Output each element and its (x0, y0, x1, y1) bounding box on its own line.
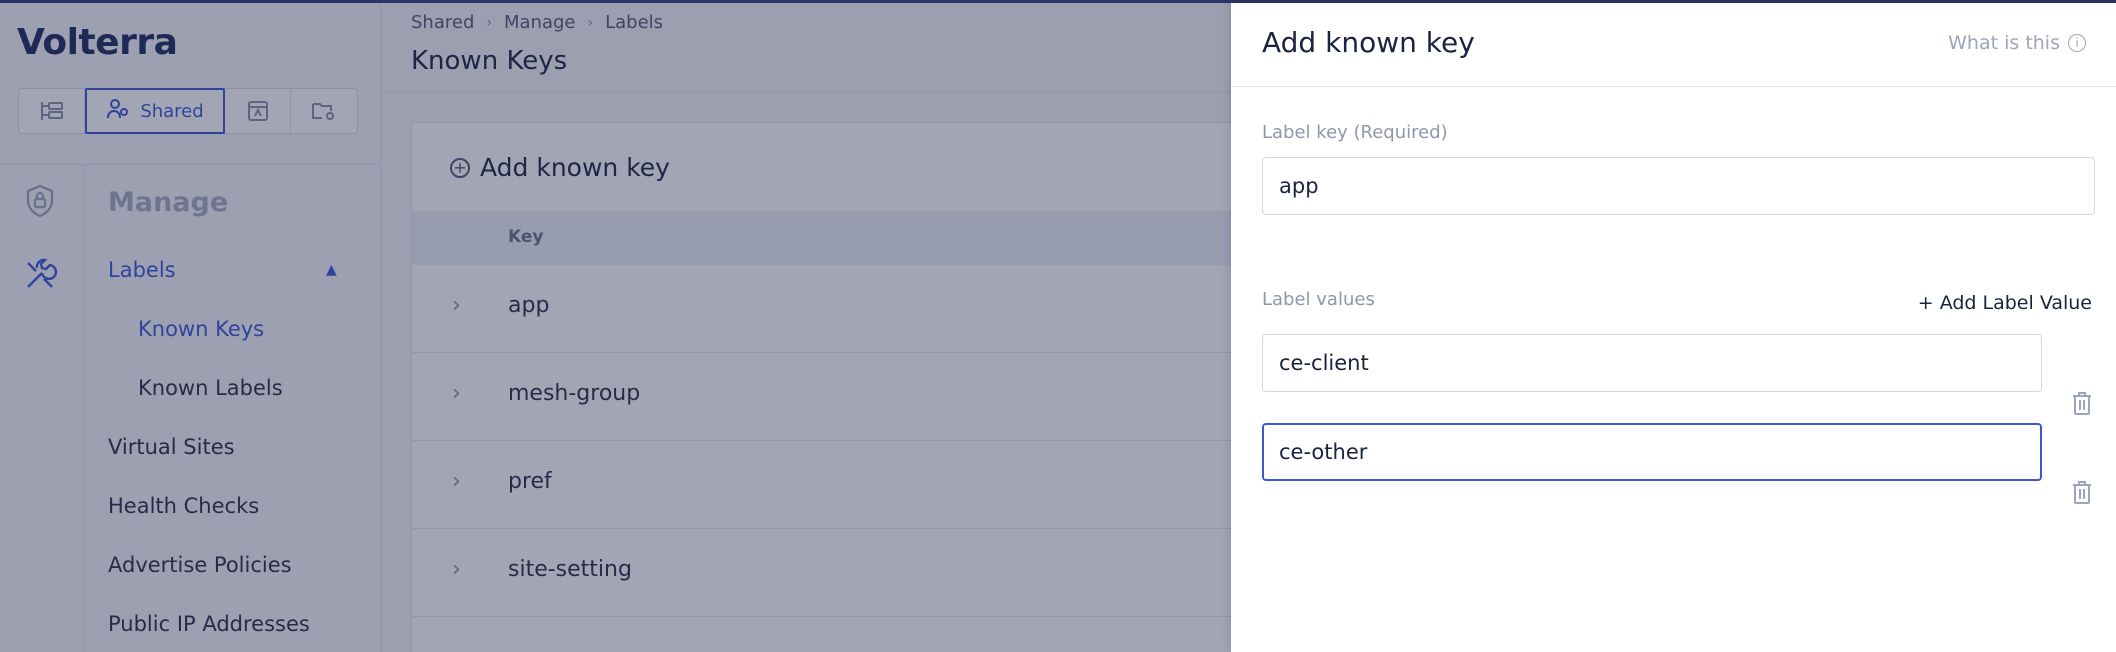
trash-icon[interactable] (2070, 479, 2094, 505)
label-values-label: Label values (1262, 289, 1375, 310)
label-key-input[interactable] (1262, 157, 2095, 215)
what-is-this-link[interactable]: What is this i (1948, 32, 2086, 54)
add-label-value-button[interactable]: + Add Label Value (1918, 292, 2092, 314)
label-value-input[interactable] (1262, 334, 2042, 392)
label-key-label: Label key (Required) (1262, 122, 1448, 143)
add-known-key-drawer: Add known key What is this i Label key (… (1231, 0, 2116, 652)
drawer-header: Add known key What is this i (1231, 0, 2116, 87)
what-is-this-label: What is this (1948, 32, 2060, 54)
label-value-input[interactable] (1262, 423, 2042, 481)
top-accent-line (0, 0, 2116, 3)
info-icon: i (2068, 34, 2086, 52)
trash-icon[interactable] (2070, 390, 2094, 416)
modal-overlay[interactable] (0, 0, 1231, 652)
drawer-title: Add known key (1262, 26, 1475, 59)
